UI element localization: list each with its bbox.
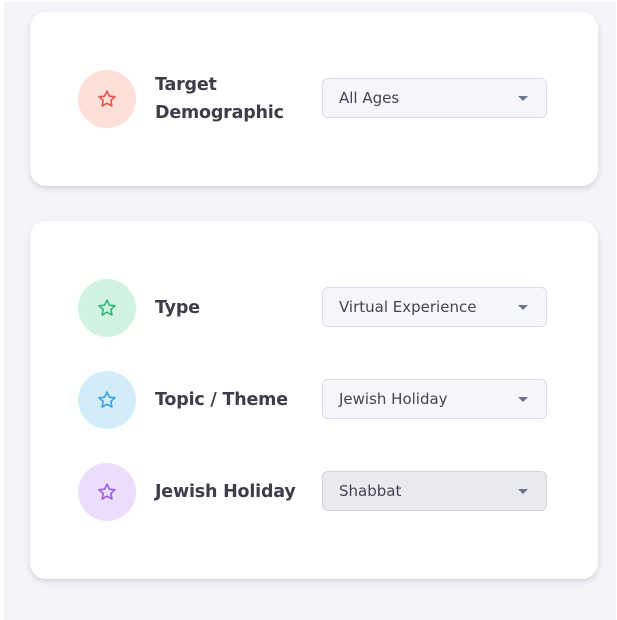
star-icon	[78, 371, 136, 429]
chevron-down-icon	[518, 489, 528, 494]
field-row-type: Type Virtual Experience	[30, 278, 598, 338]
star-icon	[78, 463, 136, 521]
chevron-down-icon	[518, 305, 528, 310]
star-icon	[78, 279, 136, 337]
star-icon	[78, 70, 136, 128]
details-card: Type Virtual Experience Topic / Theme Je…	[30, 221, 598, 579]
target-demographic-select[interactable]: All Ages	[322, 78, 547, 118]
jewish-holiday-value: Shabbat	[339, 482, 402, 500]
target-demographic-label: Target Demographic	[155, 75, 284, 123]
topic-theme-label: Topic / Theme	[155, 390, 288, 410]
jewish-holiday-label: Jewish Holiday	[155, 482, 296, 502]
target-demographic-value: All Ages	[339, 89, 400, 107]
topic-theme-value: Jewish Holiday	[339, 390, 448, 408]
topic-theme-select[interactable]: Jewish Holiday	[322, 379, 547, 419]
field-row-target-demographic: Target Demographic All Ages	[30, 69, 598, 129]
chevron-down-icon	[518, 397, 528, 402]
field-row-jewish-holiday: Jewish Holiday Shabbat	[30, 462, 598, 522]
type-select[interactable]: Virtual Experience	[322, 287, 547, 327]
demographic-card: Target Demographic All Ages	[30, 12, 598, 186]
jewish-holiday-select[interactable]: Shabbat	[322, 471, 547, 511]
type-label: Type	[155, 298, 200, 318]
type-value: Virtual Experience	[339, 298, 477, 316]
chevron-down-icon	[518, 96, 528, 101]
field-row-topic-theme: Topic / Theme Jewish Holiday	[30, 370, 598, 430]
